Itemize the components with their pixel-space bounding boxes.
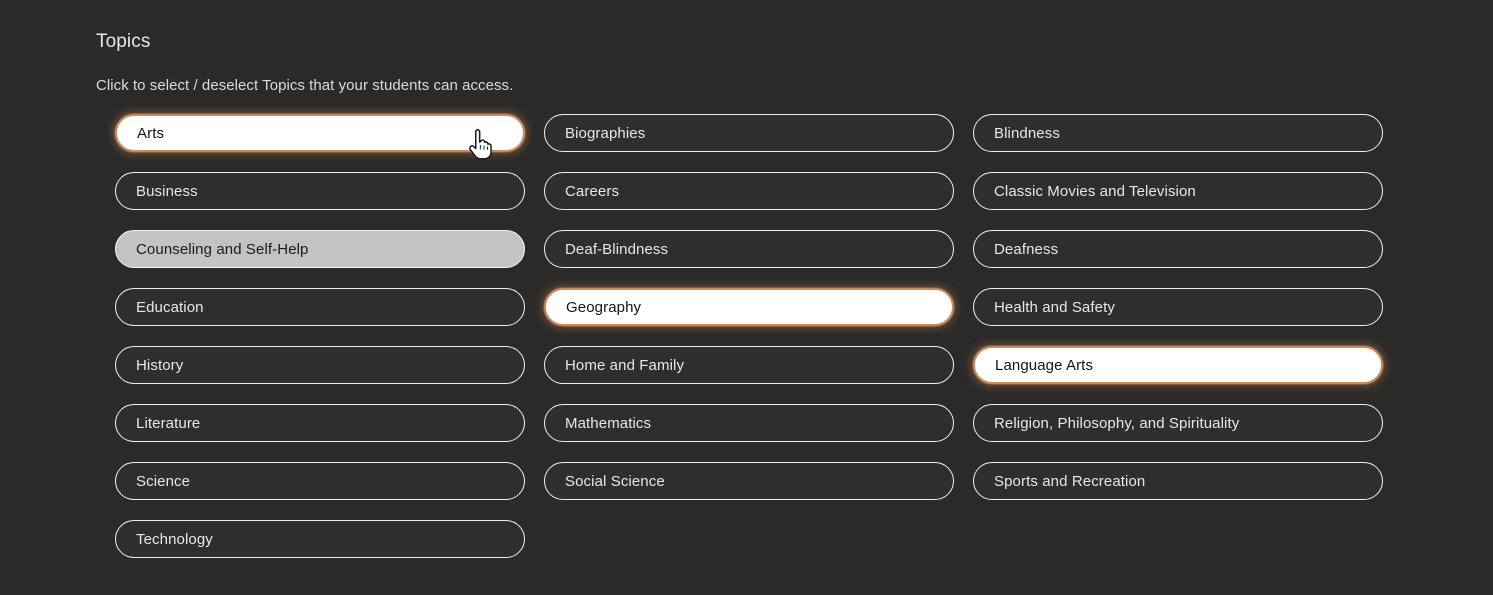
topic-chip-label: Mathematics xyxy=(565,414,652,432)
topic-chip-language-arts[interactable]: Language Arts xyxy=(973,346,1383,384)
topic-chip-label: Arts xyxy=(137,124,165,142)
topic-chip-label: Technology xyxy=(136,530,213,548)
topic-chip-classic-movies-and-television[interactable]: Classic Movies and Television xyxy=(973,172,1383,210)
topic-chip-arts[interactable]: Arts xyxy=(115,114,525,152)
topic-chip-careers[interactable]: Careers xyxy=(544,172,954,210)
topic-chip-label: Sports and Recreation xyxy=(994,472,1146,490)
topic-chip-counseling-and-self-help[interactable]: Counseling and Self-Help xyxy=(115,230,525,268)
topic-chip-label: Religion, Philosophy, and Spirituality xyxy=(994,414,1240,432)
page-title: Topics xyxy=(96,31,151,52)
topic-chip-label: Social Science xyxy=(565,472,665,490)
topic-chip-label: Blindness xyxy=(994,124,1060,142)
topic-chip-label: Science xyxy=(136,472,191,490)
topic-chip-label: Deafness xyxy=(994,240,1059,258)
topic-chip-blindness[interactable]: Blindness xyxy=(973,114,1383,152)
topics-page: Topics Click to select / deselect Topics… xyxy=(0,0,1493,595)
topic-chip-sports-and-recreation[interactable]: Sports and Recreation xyxy=(973,462,1383,500)
topic-chip-history[interactable]: History xyxy=(115,346,525,384)
topic-chip-label: Biographies xyxy=(565,124,646,142)
topics-column-1: Arts Business Counseling and Self-Help Educ… xyxy=(115,114,525,558)
topic-chip-social-science[interactable]: Social Science xyxy=(544,462,954,500)
topic-chip-label: Education xyxy=(136,298,204,316)
topic-chip-label: Classic Movies and Television xyxy=(994,182,1196,200)
page-instructions: Click to select / deselect Topics that y… xyxy=(96,77,514,94)
topic-chip-label: Business xyxy=(136,182,198,200)
topic-chip-education[interactable]: Education xyxy=(115,288,525,326)
topic-chip-label: Careers xyxy=(565,182,620,200)
topic-chip-label: Counseling and Self-Help xyxy=(136,240,309,258)
topic-chip-technology[interactable]: Technology xyxy=(115,520,525,558)
topic-chip-label: Deaf-Blindness xyxy=(565,240,669,258)
topic-chip-label: History xyxy=(136,356,184,374)
topic-chip-literature[interactable]: Literature xyxy=(115,404,525,442)
topic-chip-label: Language Arts xyxy=(995,356,1094,374)
topic-chip-deaf-blindness[interactable]: Deaf-Blindness xyxy=(544,230,954,268)
topic-chip-deafness[interactable]: Deafness xyxy=(973,230,1383,268)
topic-chip-health-and-safety[interactable]: Health and Safety xyxy=(973,288,1383,326)
topic-chip-label: Literature xyxy=(136,414,201,432)
topic-chip-religion-philosophy-and-spirituality[interactable]: Religion, Philosophy, and Spirituality xyxy=(973,404,1383,442)
topic-chip-mathematics[interactable]: Mathematics xyxy=(544,404,954,442)
topic-chip-geography[interactable]: Geography xyxy=(544,288,954,326)
topic-chip-business[interactable]: Business xyxy=(115,172,525,210)
topic-chip-label: Home and Family xyxy=(565,356,685,374)
topic-chip-label: Health and Safety xyxy=(994,298,1115,316)
topics-column-3: Blindness Classic Movies and Television De… xyxy=(973,114,1383,500)
topics-column-2: Biographies Careers Deaf-Blindness Geograph… xyxy=(544,114,954,500)
topic-chip-science[interactable]: Science xyxy=(115,462,525,500)
topic-chip-home-and-family[interactable]: Home and Family xyxy=(544,346,954,384)
topic-chip-biographies[interactable]: Biographies xyxy=(544,114,954,152)
topic-chip-label: Geography xyxy=(566,298,642,316)
